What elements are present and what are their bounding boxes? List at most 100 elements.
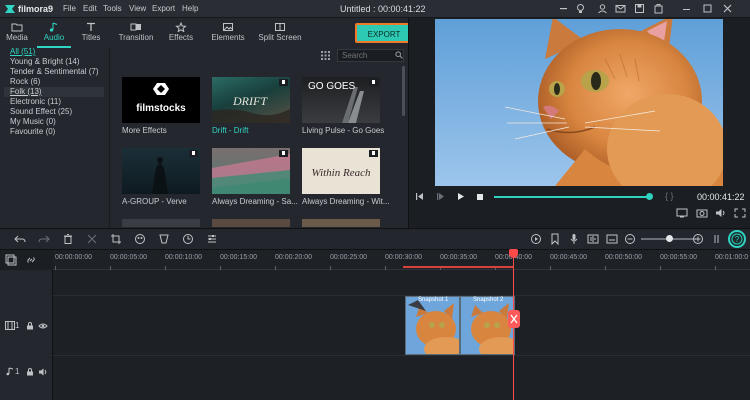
clip-label: Snapshot 1 xyxy=(418,297,449,303)
ruler-label: 00:00:35:00 xyxy=(440,254,477,261)
preview-video[interactable] xyxy=(435,19,723,186)
thumbnail-verve[interactable] xyxy=(122,148,200,194)
menu-view[interactable]: View xyxy=(129,4,146,13)
category-item[interactable]: Young & Bright (14) xyxy=(4,57,104,67)
thumbnail-drift[interactable]: DRIFT xyxy=(212,77,290,123)
thumbnail-partial[interactable] xyxy=(212,219,290,227)
mark-in-out-icon[interactable]: { } xyxy=(665,191,674,201)
menu-help[interactable]: Help xyxy=(182,4,198,13)
ruler-label: 00:00:00:00 xyxy=(55,254,92,261)
zoom-in-icon[interactable] xyxy=(692,233,704,245)
zoom-slider-knob[interactable] xyxy=(666,235,673,242)
cut-icon[interactable] xyxy=(86,233,98,245)
account-icon[interactable] xyxy=(597,3,608,14)
thumbnail-always-dreaming-sa[interactable] xyxy=(212,148,290,194)
search-icon[interactable] xyxy=(395,51,403,59)
export-button[interactable]: EXPORT xyxy=(355,23,413,43)
playhead-handle[interactable] xyxy=(509,249,518,258)
stop-icon[interactable] xyxy=(476,193,484,201)
subtitle-icon[interactable] xyxy=(606,233,618,245)
tab-titles[interactable]: Titles xyxy=(74,22,108,46)
redo-icon[interactable] xyxy=(38,233,50,245)
preview-progress-knob[interactable] xyxy=(646,193,653,200)
category-item[interactable]: My Music (0) xyxy=(4,117,104,127)
category-item[interactable]: All (51) xyxy=(4,47,104,57)
lock-icon[interactable] xyxy=(26,368,34,376)
eye-icon[interactable] xyxy=(38,322,48,330)
thumbnail-partial[interactable] xyxy=(302,219,380,227)
help-icon[interactable]: ? xyxy=(728,230,746,248)
empty-track xyxy=(53,270,750,296)
category-item[interactable]: Rock (6) xyxy=(4,77,104,87)
play-icon[interactable] xyxy=(456,192,465,201)
split-marker-icon[interactable] xyxy=(508,310,520,328)
render-preview-icon[interactable] xyxy=(676,208,688,218)
bulb-icon[interactable] xyxy=(575,3,586,14)
audio-mixer-icon[interactable] xyxy=(206,233,218,245)
volume-icon[interactable] xyxy=(715,208,727,218)
lock-icon[interactable] xyxy=(26,322,34,330)
grid-view-icon[interactable] xyxy=(321,51,330,60)
window-title: Untitled : 00:00:41:22 xyxy=(340,4,426,14)
thumbnail-go-goes[interactable]: GO GOES xyxy=(302,77,380,123)
video-track[interactable] xyxy=(53,296,750,356)
add-track-icon[interactable] xyxy=(5,254,17,266)
marker-icon[interactable] xyxy=(549,233,561,246)
snapshot-icon[interactable] xyxy=(696,208,708,218)
tab-effects[interactable]: Effects xyxy=(164,22,198,46)
motion-icon[interactable] xyxy=(158,233,170,245)
speaker-icon[interactable] xyxy=(38,368,48,376)
zoom-out-icon[interactable] xyxy=(624,233,636,245)
thumb-label: More Effects xyxy=(122,126,167,135)
microphone-icon[interactable] xyxy=(568,233,580,245)
effects-icon xyxy=(175,22,187,32)
menu-toggle-icon[interactable] xyxy=(558,3,569,14)
tab-media[interactable]: Media xyxy=(0,22,34,46)
tab-split-screen[interactable]: Split Screen xyxy=(258,22,302,46)
voiceover-icon[interactable] xyxy=(587,233,599,245)
category-item[interactable]: Tender & Sentimental (7) xyxy=(4,67,104,77)
category-item[interactable]: Electronic (11) xyxy=(4,97,104,107)
tab-audio[interactable]: Audio xyxy=(37,22,71,46)
text-icon xyxy=(87,22,95,31)
thumb-label: Living Pulse - Go Goes xyxy=(302,126,385,135)
thumbnail-partial[interactable] xyxy=(122,219,200,227)
menu-export[interactable]: Export xyxy=(152,4,175,13)
save-icon[interactable] xyxy=(634,3,645,14)
library-scrollbar[interactable] xyxy=(402,66,405,116)
menu-file[interactable]: File xyxy=(63,4,76,13)
duration-icon[interactable] xyxy=(182,233,194,245)
category-item[interactable]: Favourite (0) xyxy=(4,127,104,137)
menu-tools[interactable]: Tools xyxy=(103,4,122,13)
tab-elements[interactable]: Elements xyxy=(208,22,248,46)
video-clip[interactable] xyxy=(405,296,460,355)
delete-icon[interactable] xyxy=(62,233,74,245)
undo-icon[interactable] xyxy=(14,233,26,245)
menu-edit[interactable]: Edit xyxy=(83,4,97,13)
filmora-logo-icon xyxy=(4,3,16,15)
cart-icon[interactable] xyxy=(653,3,664,14)
thumb-label: Drift - Drift xyxy=(212,126,249,135)
fullscreen-icon[interactable] xyxy=(734,208,746,218)
video-clip[interactable] xyxy=(460,296,515,355)
mail-icon[interactable] xyxy=(615,3,626,14)
thumbnail-within-reach[interactable]: Within Reach xyxy=(302,148,380,194)
category-item-selected[interactable]: Folk (13) xyxy=(4,87,104,97)
step-back-icon[interactable] xyxy=(436,192,445,201)
music-note-icon xyxy=(49,22,58,32)
render-icon[interactable] xyxy=(530,233,542,245)
color-icon[interactable] xyxy=(134,233,146,245)
layout-toggle-icon[interactable] xyxy=(712,233,724,245)
minimize-icon[interactable] xyxy=(681,3,692,14)
prev-frame-icon[interactable] xyxy=(415,192,424,201)
maximize-icon[interactable] xyxy=(702,3,713,14)
category-item[interactable]: Sound Effect (25) xyxy=(4,107,104,117)
thumb-overlay-text: DRIFT xyxy=(232,94,268,108)
link-icon[interactable] xyxy=(25,254,37,266)
search-input[interactable] xyxy=(337,49,404,62)
tab-transition[interactable]: Transition xyxy=(115,22,157,46)
crop-icon[interactable] xyxy=(110,233,122,245)
audio-track[interactable] xyxy=(53,356,750,400)
thumbnail-more-effects[interactable]: filmstocks xyxy=(122,77,200,123)
close-icon[interactable] xyxy=(722,3,733,14)
